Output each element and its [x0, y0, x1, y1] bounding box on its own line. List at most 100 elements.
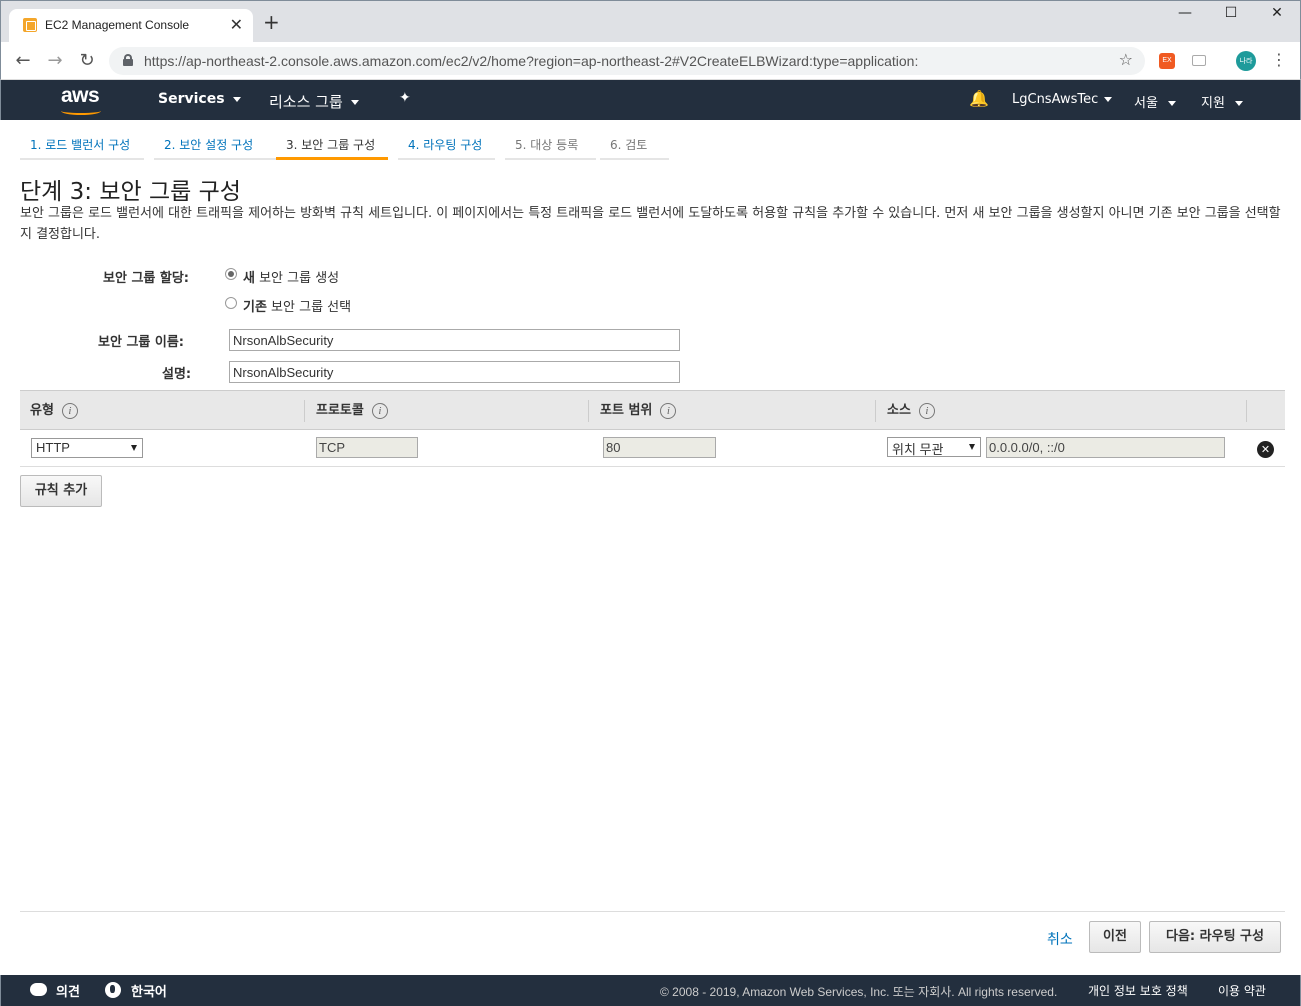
account-menu[interactable]: LgCnsAwsTec	[1012, 92, 1113, 107]
col-source-label: 소스	[887, 403, 911, 418]
info-icon[interactable]: i	[371, 403, 388, 419]
aws-logo-smile-icon	[61, 107, 101, 115]
cancel-button[interactable]: 취소	[1047, 929, 1073, 949]
dropdown-arrow-icon	[969, 444, 975, 450]
page-description: 보안 그룹은 로드 밸런서에 대한 트래픽을 제어하는 방화벽 규칙 세트입니다…	[20, 206, 1281, 242]
divider	[20, 911, 1285, 912]
lock-icon	[123, 54, 133, 66]
step-6-review: 6. 검토	[600, 130, 669, 160]
extension-icon[interactable]: EX	[1159, 53, 1175, 69]
step-5-register-targets: 5. 대상 등록	[505, 130, 596, 160]
step-2-configure-security-settings[interactable]: 2. 보안 설정 구성	[154, 130, 280, 160]
back-icon[interactable]: ←	[13, 50, 33, 71]
dropdown-arrow-icon	[131, 445, 137, 451]
rule-source-mode-value: 위치 무관	[892, 442, 944, 457]
aws-top-nav: aws Services 리소스 그룹 ✦ 🔔 LgCnsAwsTec 서울 지…	[0, 80, 1301, 120]
select-existing-sg-label[interactable]: 기존 보안 그룹 선택	[243, 296, 351, 315]
info-icon[interactable]: i	[61, 403, 78, 419]
column-divider	[588, 400, 589, 422]
tab-title: EC2 Management Console	[45, 18, 190, 32]
pin-icon[interactable]: ✦	[399, 90, 411, 106]
col-port-range-header: 포트 범위 i	[590, 391, 677, 430]
option-new-rest: 보안 그룹 생성	[254, 271, 340, 286]
col-protocol-label: 프로토콜	[316, 403, 364, 418]
col-port-range-label: 포트 범위	[600, 403, 653, 418]
notification-bell-icon[interactable]: 🔔	[969, 89, 989, 108]
language-selector[interactable]: 한국어	[131, 981, 167, 1000]
info-icon[interactable]: i	[660, 403, 677, 419]
support-label: 지원	[1201, 96, 1225, 111]
footer: 의견 한국어 © 2008 - 2019, Amazon Web Service…	[0, 975, 1301, 1006]
aws-logo[interactable]: aws	[61, 84, 100, 108]
rule-port-range-field: 80	[603, 437, 716, 458]
chevron-down-icon	[1104, 97, 1113, 102]
privacy-policy-link[interactable]: 개인 정보 보호 정책	[1088, 982, 1188, 999]
support-menu[interactable]: 지원	[1201, 92, 1243, 111]
page-title: 단계 3: 보안 그룹 구성	[20, 179, 241, 205]
step-3-configure-security-groups[interactable]: 3. 보안 그룹 구성	[276, 130, 388, 160]
table-row: HTTP TCP 80 위치 무관 0.0.0.0/0, ::/0 ✕	[20, 430, 1285, 467]
account-label: LgCnsAwsTec	[1012, 92, 1099, 107]
browser-tab[interactable]: EC2 Management Console ✕	[9, 9, 253, 43]
column-divider	[875, 400, 876, 422]
option-existing-bold: 기존	[243, 300, 267, 315]
resource-groups-menu[interactable]: 리소스 그룹	[269, 91, 359, 112]
step-4-configure-routing[interactable]: 4. 라우팅 구성	[398, 130, 495, 160]
new-tab-button[interactable]: +	[263, 12, 280, 32]
info-icon[interactable]: i	[918, 403, 935, 419]
rule-type-select[interactable]: HTTP	[31, 438, 143, 458]
services-menu[interactable]: Services	[158, 91, 241, 107]
description-label: 설명:	[162, 367, 192, 382]
security-group-name-input[interactable]: NrsonAlbSecurity	[229, 329, 680, 351]
region-menu[interactable]: 서울	[1134, 92, 1176, 111]
security-group-name-label: 보안 그룹 이름:	[98, 335, 185, 350]
next-configure-routing-button[interactable]: 다음: 라우팅 구성	[1149, 921, 1281, 953]
create-new-sg-radio[interactable]	[225, 268, 237, 280]
address-bar[interactable]: https://ap-northeast-2.console.aws.amazo…	[109, 47, 1145, 75]
browser-toolbar: ← → ↻ https://ap-northeast-2.console.aws…	[0, 42, 1301, 80]
col-source-header: 소스 i	[877, 391, 935, 430]
step-1-configure-load-balancer[interactable]: 1. 로드 밸런서 구성	[20, 130, 144, 160]
globe-icon	[105, 982, 121, 998]
assign-security-group-label: 보안 그룹 할당:	[103, 271, 190, 286]
services-label: Services	[158, 91, 225, 107]
terms-of-use-link[interactable]: 이용 약관	[1218, 982, 1266, 999]
description-input[interactable]: NrsonAlbSecurity	[229, 361, 680, 383]
browser-menu-icon[interactable]: ⋮	[1271, 50, 1287, 69]
profile-avatar[interactable]: 나라	[1236, 51, 1256, 71]
resource-groups-label: 리소스 그룹	[269, 93, 343, 111]
rule-source-mode-select[interactable]: 위치 무관	[887, 437, 981, 457]
bookmark-star-icon[interactable]: ☆	[1119, 50, 1133, 69]
feedback-link[interactable]: 의견	[56, 981, 80, 1000]
select-existing-sg-radio[interactable]	[225, 297, 237, 309]
option-existing-rest: 보안 그룹 선택	[266, 300, 352, 315]
minimize-button[interactable]: —	[1162, 5, 1208, 21]
cast-icon[interactable]	[1192, 55, 1206, 66]
feedback-chat-icon	[30, 983, 47, 996]
col-type-label: 유형	[30, 403, 54, 418]
option-new-bold: 새	[243, 271, 255, 286]
browser-titlebar: EC2 Management Console ✕ + — ☐ ✕	[0, 0, 1301, 43]
remove-rule-icon[interactable]: ✕	[1257, 441, 1274, 458]
aws-favicon-icon	[23, 18, 37, 32]
rule-type-value: HTTP	[36, 440, 70, 455]
maximize-button[interactable]: ☐	[1208, 5, 1254, 21]
add-rule-button[interactable]: 규칙 추가	[20, 475, 102, 507]
tab-close-icon[interactable]: ✕	[230, 15, 243, 34]
url-text[interactable]: https://ap-northeast-2.console.aws.amazo…	[144, 53, 918, 69]
col-type-header: 유형 i	[20, 391, 78, 430]
column-divider	[304, 400, 305, 422]
rules-table-header: 유형 i 프로토콜 i 포트 범위 i 소스 i	[20, 390, 1285, 430]
rule-source-field[interactable]: 0.0.0.0/0, ::/0	[986, 437, 1225, 458]
chevron-down-icon	[1234, 101, 1243, 106]
chevron-down-icon	[1167, 101, 1176, 106]
create-new-sg-label[interactable]: 새 보안 그룹 생성	[243, 267, 339, 286]
window-close-button[interactable]: ✕	[1254, 5, 1300, 21]
previous-button[interactable]: 이전	[1089, 921, 1141, 953]
forward-icon[interactable]: →	[45, 50, 65, 71]
chevron-down-icon	[232, 96, 241, 102]
rule-protocol-field: TCP	[316, 437, 418, 458]
copyright-text: © 2008 - 2019, Amazon Web Services, Inc.…	[660, 985, 1058, 999]
column-divider	[1246, 400, 1247, 422]
reload-icon[interactable]: ↻	[77, 50, 97, 71]
